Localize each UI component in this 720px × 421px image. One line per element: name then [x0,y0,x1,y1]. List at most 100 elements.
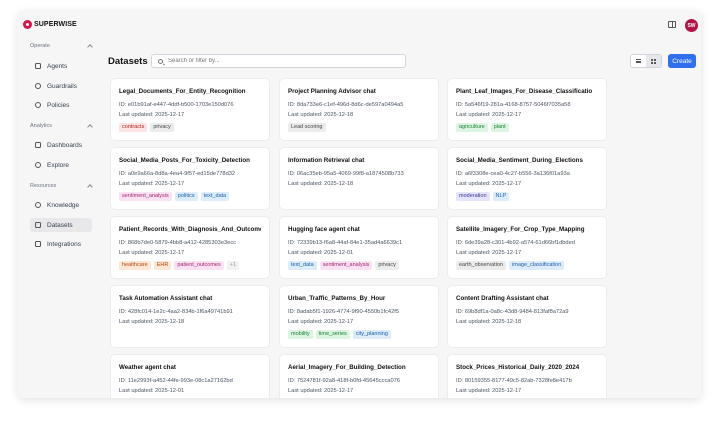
tag-badge: image_classification [509,261,565,270]
sidebar-item-dashboards[interactable]: Dashboards [30,138,92,152]
dataset-card[interactable]: Satellite_Imagery_For_Crop_Type_Mapping I… [447,216,607,279]
dataset-card[interactable]: Aerial_Imagery_For_Building_Detection ID:… [279,354,439,398]
card-id: ID: 72339b13-f6a8-44af-84e1-35ad4a6639c1 [288,240,403,246]
logo-text: SUPERWISE [34,21,77,28]
card-updated: Last updated: 2025-12-17 [456,112,522,118]
logo-icon [23,20,32,29]
explore-icon [35,162,41,168]
chevron-up-icon [87,124,93,130]
tag-badge: privacy [150,123,174,132]
grid-view-button[interactable] [646,55,661,67]
card-id: ID: 69b8df1a-0a8c-43d8-9484-813faf8a72a9 [456,309,569,315]
agents-icon [35,63,41,69]
tag-list: Lead scoring [288,123,430,132]
dataset-card[interactable]: Project Planning Advisor chat ID: 8da733e… [279,78,439,141]
sidebar-item-explore[interactable]: Explore [30,158,92,172]
card-title: Task Automation Assistant chat [119,295,213,302]
main-content: Datasets Create Legal_Documents_For_Enti… [100,39,701,398]
sidebar-item-integrations[interactable]: Integrations [30,237,92,251]
sidebar-item-label: Datasets [47,221,73,229]
card-updated: Last updated: 2025-12-17 [456,181,522,187]
dataset-card[interactable]: Social_Media_Posts_For_Toxicity_Detectio… [110,147,270,210]
sidebar-item-agents[interactable]: Agents [30,59,92,73]
dataset-card[interactable]: Urban_Traffic_Patterns_By_Hour ID: 8adab5… [279,285,439,348]
card-updated: Last updated: 2025-12-01 [119,388,185,394]
sidebar-item-knowledge[interactable]: Knowledge [30,198,92,212]
page-title: Datasets [108,56,148,67]
tag-badge: sentiment_analysis [319,261,373,270]
search-box[interactable] [151,54,406,68]
card-title: Project Planning Advisor chat [288,88,376,95]
dataset-card[interactable]: Plant_Leaf_Images_For_Disease_Classifica… [447,78,607,141]
card-title: Patient_Records_With_Diagnosis_And_Outco… [119,226,261,233]
card-id: ID: 06ac35eb-95a5-4069-99f8-a1874508b733 [288,171,404,177]
card-title: Legal_Documents_For_Entity_Recognition [119,88,246,95]
dataset-card[interactable]: Social_Media_Sentiment_During_Elections I… [447,147,607,210]
tag-badge: earth_observation [456,261,507,270]
tag-badge: Lead scoring [288,123,326,132]
tag-badge: moderation [456,192,490,201]
user-avatar[interactable]: SW [685,19,698,32]
dataset-grid: Legal_Documents_For_Entity_Recognition ID… [110,78,607,398]
card-id: ID: 868b7de0-5879-4bb8-a412-4285303e3ecc [119,240,237,246]
integrations-icon [35,241,41,247]
tag-list: healthcare EHR patient_outcomes +1 [119,261,261,270]
card-title: Information Retrieval chat [288,157,365,164]
tag-badge: sentiment_analysis [119,192,172,201]
section-resources-label: Resources [30,183,57,189]
card-id: ID: a0e9a66a-8d8a-4ea4-9f57-ed15de778d32 [119,171,236,177]
tag-badge: healthcare [119,261,151,270]
sidebar: Operate Agents Guardrails Policies Analy… [18,39,98,398]
tag-list: mobility time_series city_planning [288,330,430,339]
card-title: Satellite_Imagery_For_Crop_Type_Mapping [456,226,585,233]
card-updated: Last updated: 2025-12-17 [456,388,522,394]
sidebar-item-policies[interactable]: Policies [30,98,92,112]
tag-badge: +1 [226,261,240,270]
dataset-card[interactable]: Information Retrieval chat ID: 06ac35eb-9… [279,147,439,210]
dataset-card[interactable]: Weather agent chat ID: 11e2993f-a452-44fe… [110,354,270,398]
policy-icon [35,102,41,108]
docs-book-icon[interactable] [668,21,676,28]
view-toggle [630,54,662,68]
tag-badge: NLP [492,192,510,201]
tag-badge: politics [174,192,198,201]
sidebar-item-label: Explore [47,161,70,169]
tag-badge: time_series [315,330,350,339]
card-title: Social_Media_Sentiment_During_Elections [456,157,583,164]
create-button[interactable]: Create [668,54,696,68]
tag-list: contracts privacy [119,123,261,132]
dataset-card[interactable]: Task Automation Assistant chat ID: 428fc0… [110,285,270,348]
card-id: ID: 8adab5f1-1926-4774-9f90-4550b1fc42f5 [288,309,399,315]
logo[interactable]: SUPERWISE [23,20,77,29]
section-analytics[interactable]: Analytics [30,123,93,130]
dataset-card[interactable]: Legal_Documents_For_Entity_Recognition ID… [110,78,270,141]
card-id: ID: 8da733e6-c1ef-496d-8d6c-de597a0494a5 [288,102,404,108]
card-title: Aerial_Imagery_For_Building_Detection [288,364,406,371]
card-updated: Last updated: 2025-12-17 [119,250,185,256]
top-bar: SUPERWISE SW [18,11,701,39]
list-view-button[interactable] [631,55,646,67]
dataset-card[interactable]: Patient_Records_With_Diagnosis_And_Outco… [110,216,270,279]
section-operate[interactable]: Operate [30,43,93,50]
sidebar-item-datasets[interactable]: Datasets [30,218,92,232]
dashboard-icon [35,142,41,148]
sidebar-item-label: Dashboards [47,141,83,149]
card-id: ID: a6f3308e-cea0-4c27-b556-3a136f01a93a [456,171,570,177]
sidebar-item-label: Agents [47,62,68,70]
tag-list: moderation NLP [456,192,598,201]
section-resources[interactable]: Resources [30,183,93,190]
dataset-card[interactable]: Stock_Prices_Historical_Daily_2020_2024 I… [447,354,607,398]
card-id: ID: 5a546f19-281a-4168-8757-5046f7035a58 [456,102,571,108]
card-title: Hugging face agent chat [288,226,360,233]
dataset-card[interactable]: Content Drafting Assistant chat ID: 69b8d… [447,285,607,348]
sidebar-item-label: Policies [47,101,70,109]
search-input[interactable] [168,58,398,64]
sidebar-item-guardrails[interactable]: Guardrails [30,79,92,93]
tag-list: text_data sentiment_analysis privacy [288,261,430,270]
tag-badge: text_data [288,261,317,270]
card-id: ID: 80159355-8177-49c5-82ab-7328fe8e417b [456,378,572,384]
card-updated: Last updated: 2025-12-17 [456,250,522,256]
database-icon [35,222,41,228]
tag-badge: city_planning [352,330,391,339]
dataset-card[interactable]: Hugging face agent chat ID: 72339b13-f6a8… [279,216,439,279]
